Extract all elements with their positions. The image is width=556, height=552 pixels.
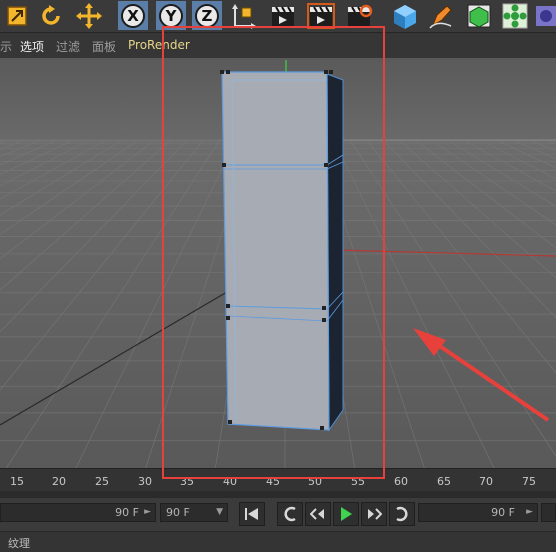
subdivision-button[interactable]	[464, 1, 494, 30]
coordinate-system-button[interactable]	[228, 1, 258, 30]
cloner-button[interactable]	[500, 1, 530, 30]
render-settings-button[interactable]	[344, 1, 374, 30]
timeline-ruler[interactable]: 15 20 25 30 35 40 45 50 55 60 65 70 75	[0, 468, 556, 497]
cube-object-button[interactable]	[390, 1, 420, 30]
timeline-tick: 15	[10, 475, 24, 488]
clapboard-render-icon	[307, 2, 335, 29]
go-to-next-keyframe-button[interactable]	[389, 502, 415, 526]
transport-bar: 90 F ► 90 F ▼ 90 F ►	[0, 497, 556, 531]
rotate-tool-button[interactable]	[36, 1, 66, 30]
cube-icon	[394, 4, 416, 29]
timeline-tick: 75	[522, 475, 536, 488]
render-view-button[interactable]	[268, 1, 298, 30]
step-forward-icon	[368, 508, 382, 520]
preview-max-field[interactable]: 90 F ►	[418, 503, 538, 522]
next-frame-button[interactable]	[361, 502, 387, 526]
timeline-tick: 35	[180, 475, 194, 488]
x-axis-lock-button[interactable]: X	[118, 1, 148, 30]
menu-display[interactable]: 示	[0, 38, 12, 55]
go-to-previous-keyframe-button[interactable]	[277, 502, 303, 526]
previous-keyframe-icon	[284, 506, 296, 522]
menu-filter[interactable]: 过滤	[56, 38, 80, 55]
clapboard-icon	[272, 5, 294, 26]
timeline-tick: 70	[479, 475, 493, 488]
cabinet-model[interactable]	[220, 70, 344, 432]
previous-frame-button[interactable]	[305, 502, 331, 526]
texture-menu[interactable]: 纹理	[8, 535, 30, 551]
current-frame-field[interactable]: 90 F ▼	[160, 503, 228, 522]
next-keyframe-icon	[396, 506, 408, 522]
menu-prorender[interactable]: ProRender	[128, 38, 190, 52]
timeline-tick: 20	[52, 475, 66, 488]
timeline-tick: 30	[138, 475, 152, 488]
timeline-tick: 25	[95, 475, 109, 488]
deformer-icon	[536, 5, 556, 26]
x-axis-icon: X	[121, 3, 145, 28]
stepper-arrow-icon[interactable]: ►	[144, 507, 151, 517]
clapboard-settings-icon	[348, 4, 373, 26]
preview-min-field[interactable]: 90 F ►	[0, 503, 156, 522]
menu-options[interactable]: 选项	[20, 38, 44, 55]
pen-icon	[429, 4, 452, 29]
coordinate-system-icon	[232, 3, 256, 29]
y-axis-lock-button[interactable]: Y	[156, 1, 186, 30]
pen-spline-button[interactable]	[426, 1, 456, 30]
scale-tool-button[interactable]	[2, 1, 32, 30]
deformer-button[interactable]	[534, 1, 556, 30]
menu-panel[interactable]: 面板	[92, 38, 116, 55]
viewport-menu-bar: 示 选项 过滤 面板 ProRender	[0, 33, 556, 59]
stepper-arrow-icon[interactable]: ▼	[216, 507, 223, 517]
subdivision-cube-icon	[467, 4, 491, 28]
timeline-tick: 40	[223, 475, 237, 488]
move-tool-button[interactable]	[74, 1, 104, 30]
scale-icon	[7, 5, 27, 26]
play-icon	[341, 507, 352, 521]
z-axis-lock-button[interactable]: Z	[192, 1, 222, 30]
z-axis-icon: Z	[195, 3, 219, 28]
render-picture-viewer-button[interactable]	[306, 1, 336, 30]
timeline-tick: 50	[308, 475, 322, 488]
move-icon	[76, 2, 102, 29]
preview-range-field[interactable]	[541, 503, 556, 522]
step-back-icon	[310, 508, 324, 520]
viewport-scene	[0, 58, 556, 468]
go-to-start-button[interactable]	[239, 502, 265, 526]
play-forward-button[interactable]	[333, 502, 359, 526]
timeline-tick: 65	[437, 475, 451, 488]
rotate-icon	[42, 4, 60, 25]
timeline-tick: 60	[394, 475, 408, 488]
main-toolbar: X Y Z	[0, 0, 556, 33]
timeline-tick: 55	[351, 475, 365, 488]
y-axis-icon: Y	[159, 3, 183, 28]
skip-to-start-icon	[245, 508, 258, 520]
material-manager-bar: 纹理	[0, 531, 556, 552]
cloner-icon	[502, 3, 528, 28]
stepper-arrow-icon[interactable]: ►	[526, 507, 533, 517]
timeline-tick: 45	[266, 475, 280, 488]
3d-viewport[interactable]	[0, 58, 556, 468]
